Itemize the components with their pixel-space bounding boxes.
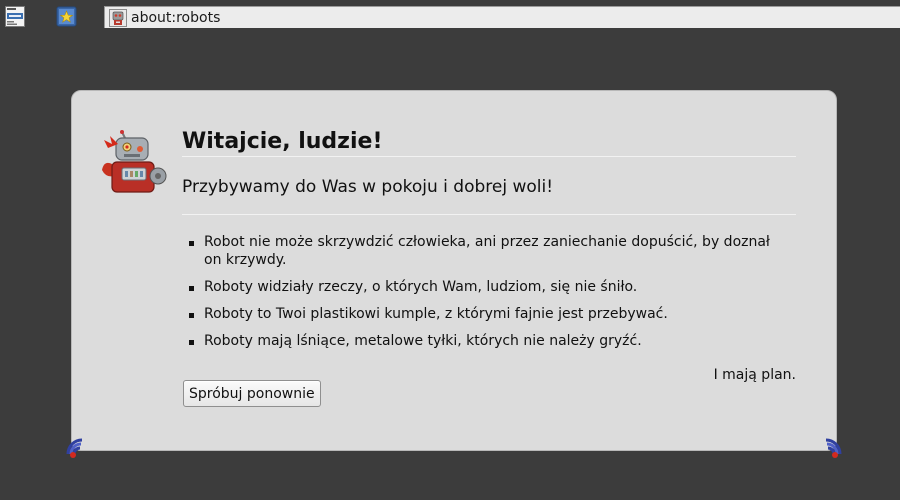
- try-again-button[interactable]: Spróbuj ponownie: [183, 380, 321, 407]
- bookmark-star-icon[interactable]: [56, 6, 78, 28]
- url-text[interactable]: about:robots: [131, 10, 220, 26]
- robot-laws-list: Robot nie może skrzywdzić człowieka, ani…: [186, 233, 786, 359]
- url-bar[interactable]: about:robots: [104, 6, 900, 28]
- antenna-signal-icon: [818, 432, 846, 460]
- list-item: Robot nie może skrzywdzić człowieka, ani…: [186, 233, 786, 269]
- robot-icon: [102, 130, 168, 196]
- page-title: Witajcie, ludzie!: [182, 129, 796, 157]
- plan-text: I mają plan.: [713, 367, 796, 383]
- robot-icon: [109, 8, 127, 27]
- error-page-card: Witajcie, ludzie! Przybywamy do Was w po…: [71, 90, 837, 451]
- divider: [182, 214, 796, 215]
- list-item: Roboty to Twoi plastikowi kumple, z któr…: [186, 305, 786, 323]
- antenna-signal-icon: [62, 432, 90, 460]
- news-feed-icon[interactable]: [5, 6, 27, 28]
- list-item: Roboty widziały rzeczy, o których Wam, l…: [186, 278, 786, 296]
- browser-toolbar: about:robots: [0, 0, 900, 34]
- page-subtitle: Przybywamy do Was w pokoju i dobrej woli…: [182, 177, 554, 197]
- list-item: Roboty mają lśniące, metalowe tyłki, któ…: [186, 332, 786, 350]
